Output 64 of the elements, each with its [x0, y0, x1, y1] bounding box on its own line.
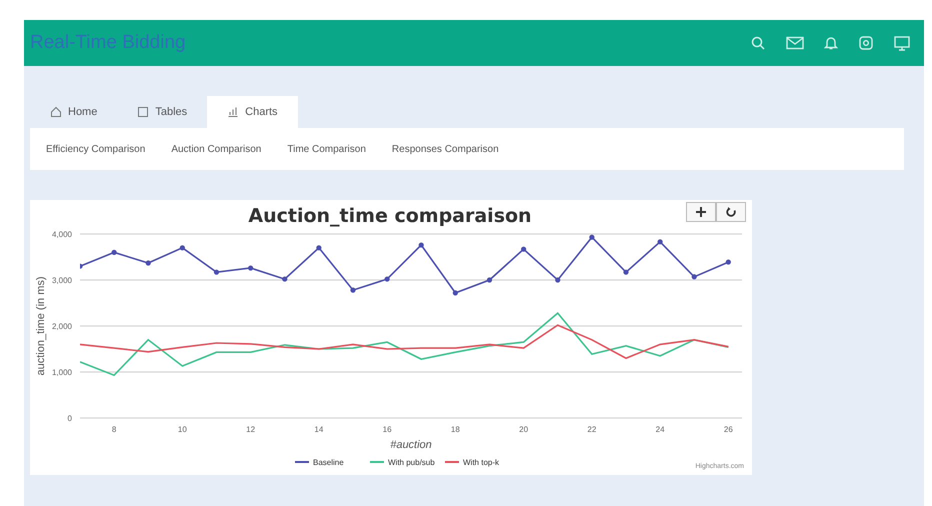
x-tick-label: 22 [587, 425, 596, 434]
data-point [726, 259, 731, 265]
nav-tab[interactable]: Charts [207, 96, 298, 128]
data-point [112, 250, 117, 255]
x-axis-title: #auction [390, 439, 432, 451]
x-tick-label: 26 [724, 425, 733, 434]
refresh-button[interactable] [716, 202, 746, 222]
subnav-link[interactable]: Time Comparison [281, 140, 380, 158]
data-point [521, 246, 526, 252]
data-point [384, 276, 390, 282]
x-tick-label: 24 [656, 425, 665, 434]
data-point [658, 239, 663, 244]
y-tick-label: 0 [68, 414, 72, 423]
y-tick-label: 2,000 [52, 322, 72, 331]
data-point [248, 265, 254, 271]
bell-icon[interactable] [824, 35, 838, 51]
mail-icon[interactable] [786, 36, 804, 50]
display-icon[interactable] [894, 36, 910, 50]
y-tick-label: 4,000 [52, 230, 72, 239]
legend-label: With top-k [463, 458, 500, 467]
legend-item[interactable]: Baseline [295, 458, 344, 467]
square-icon [137, 106, 150, 118]
data-point [589, 234, 594, 240]
bar-chart-icon [227, 106, 240, 118]
x-tick-label: 8 [112, 425, 116, 434]
refresh-icon [726, 207, 736, 217]
y-tick-label: 1,000 [52, 368, 72, 377]
y-tick-label: 3,000 [52, 276, 72, 285]
legend-item[interactable]: With top-k [445, 458, 500, 467]
plus-icon [696, 207, 706, 217]
data-point [350, 288, 356, 293]
data-point [282, 276, 288, 282]
data-point [418, 242, 424, 248]
data-point [180, 245, 185, 250]
data-point [555, 277, 560, 283]
x-tick-label: 16 [382, 425, 392, 434]
subnav-link[interactable]: Responses Comparison [386, 140, 513, 158]
search-icon[interactable] [750, 35, 766, 51]
legend-label: With pub/sub [388, 458, 436, 467]
data-point [486, 277, 492, 283]
x-tick-label: 12 [246, 425, 256, 434]
settings-icon[interactable] [858, 35, 874, 51]
x-tick-label: 20 [519, 425, 528, 434]
y-axis-title: auction_time (in ms) [35, 276, 47, 376]
nav-tab[interactable]: Home [30, 96, 118, 128]
house-icon [50, 106, 62, 118]
app-title: Real-Time Bidding [30, 32, 186, 54]
legend-label: Baseline [313, 458, 344, 467]
data-point [623, 270, 629, 275]
data-point [692, 274, 697, 280]
chart-title: Auction_time comparaison [248, 205, 532, 227]
add-button[interactable] [686, 202, 716, 222]
data-point [452, 290, 458, 296]
data-point [146, 260, 151, 266]
x-tick-label: 14 [314, 425, 324, 434]
subnav-link[interactable]: Auction Comparison [165, 140, 276, 158]
data-point [214, 270, 220, 275]
nav-tab[interactable]: Tables [117, 96, 208, 128]
data-point [316, 245, 322, 250]
subnav-link[interactable]: Efficiency Comparison [40, 140, 160, 158]
x-tick-label: 18 [450, 425, 460, 434]
x-tick-label: 10 [178, 425, 187, 434]
data-point [80, 264, 83, 269]
legend-item[interactable]: With pub/sub [370, 458, 435, 467]
